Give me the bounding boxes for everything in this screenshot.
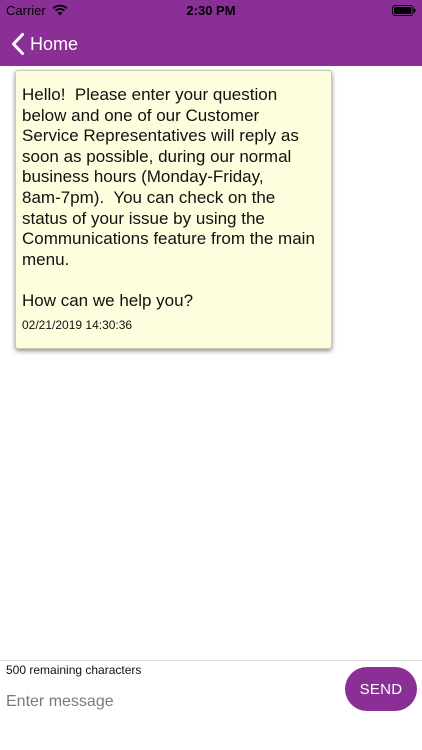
chat-screen: Carrier 2:30 PM Home Hello! Please enter… [0, 0, 422, 750]
navigation-bar: Home [0, 22, 422, 66]
battery-icon [392, 5, 416, 16]
message-timestamp: 02/21/2019 14:30:36 [22, 318, 133, 332]
status-bar: Carrier 2:30 PM [0, 0, 422, 22]
top-bar: Carrier 2:30 PM Home [0, 0, 422, 66]
send-button[interactable]: SEND [345, 667, 417, 711]
chevron-left-icon [12, 33, 24, 55]
back-label: Home [30, 33, 79, 54]
message-bubble: Hello! Please enter your question below … [15, 70, 332, 349]
clock: 2:30 PM [186, 3, 236, 18]
message-input[interactable] [6, 687, 326, 717]
message-composer: 500 remaining characters SEND [0, 660, 422, 750]
back-button[interactable]: Home [10, 30, 78, 58]
remaining-characters: 500 remaining characters [6, 663, 142, 677]
message-text: Hello! Please enter your question below … [22, 85, 315, 310]
